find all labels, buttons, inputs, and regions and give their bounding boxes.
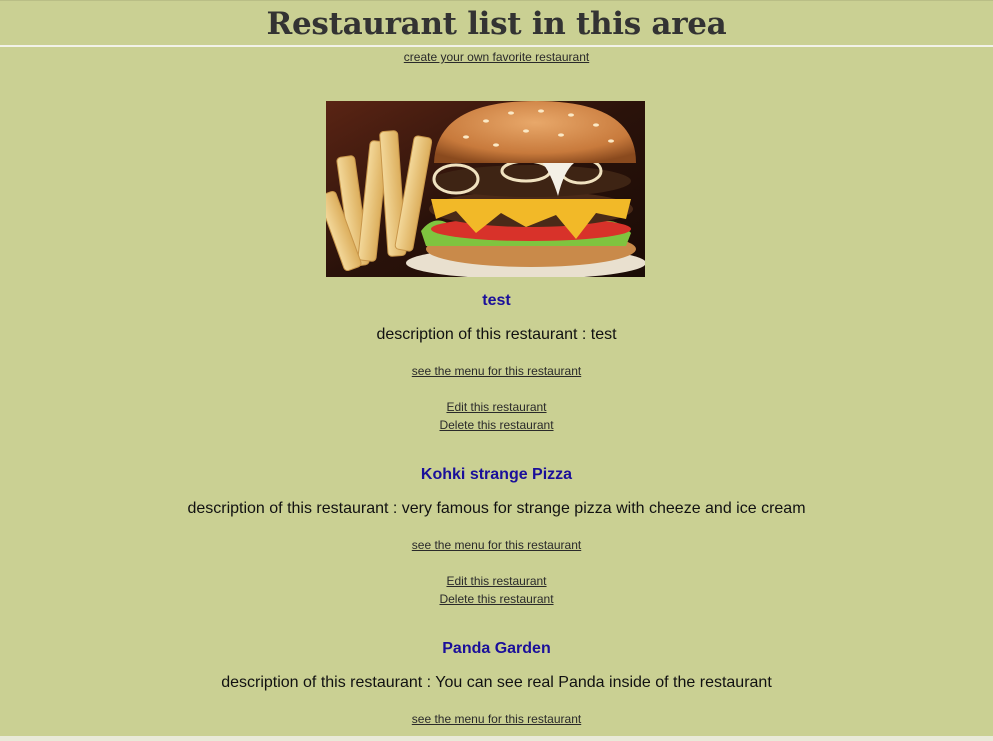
page-title: Restaurant list in this area <box>266 6 727 42</box>
create-restaurant-link-wrap: create your own favorite restaurant <box>0 50 993 64</box>
restaurant-name: Kohki strange Pizza <box>420 466 573 483</box>
create-restaurant-link[interactable]: create your own favorite restaurant <box>404 50 589 64</box>
burger-and-fries-photo <box>326 101 645 277</box>
hero-image <box>326 101 645 277</box>
see-menu-link[interactable]: see the menu for this restaurant <box>412 712 581 726</box>
horizontal-scrollbar-edge <box>0 736 993 741</box>
see-menu-link[interactable]: see the menu for this restaurant <box>412 538 581 552</box>
restaurant-name: Panda Garden <box>442 640 551 657</box>
edit-restaurant-link[interactable]: Edit this restaurant <box>446 574 546 588</box>
restaurant-description: description of this restaurant : test <box>376 326 617 343</box>
delete-restaurant-link[interactable]: Delete this restaurant <box>439 418 553 432</box>
edit-restaurant-link[interactable]: Edit this restaurant <box>446 400 546 414</box>
restaurant-name: test <box>482 292 511 309</box>
restaurant-description: description of this restaurant : You can… <box>221 674 772 691</box>
restaurant-description: description of this restaurant : very fa… <box>187 500 806 517</box>
header: Restaurant list in this area <box>0 1 993 47</box>
see-menu-link[interactable]: see the menu for this restaurant <box>412 364 581 378</box>
delete-restaurant-link[interactable]: Delete this restaurant <box>439 592 553 606</box>
